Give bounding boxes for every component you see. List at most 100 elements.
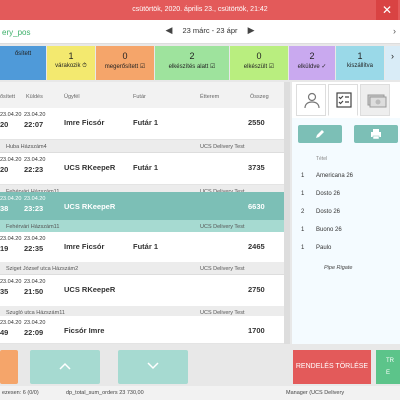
orange-action-button[interactable] <box>0 350 18 384</box>
created-date: 23.04.20 <box>0 279 22 285</box>
address-text: Sziget József utca Házszám2 <box>6 266 79 272</box>
customer-name: Ficsór Imre <box>64 326 105 335</box>
item-name: Buono 26 <box>316 227 342 233</box>
address-text: Fehérvári Házszám11 <box>6 224 60 230</box>
scroll-up-button[interactable] <box>30 350 100 384</box>
status-label: várakozik ⏱ <box>55 63 87 69</box>
green-action-button[interactable]: TR E <box>376 350 400 384</box>
print-button[interactable] <box>354 125 398 143</box>
sub-bar: ery_pos ◀ 23 márc - 23 ápr ▶ › <box>0 20 400 44</box>
list-item[interactable]: 1 Dosto 26 <box>292 186 400 204</box>
list-item[interactable]: 1 Paulo <box>292 240 400 258</box>
customer-name: UCS RKeepeR <box>64 285 116 294</box>
tab-order-items[interactable] <box>328 84 358 116</box>
customer-name: Imre Ficsór <box>64 242 105 251</box>
item-name: Paulo <box>316 245 332 251</box>
item-modifier: Pipe Rigate <box>324 265 353 271</box>
app-name: ery_pos <box>2 28 31 37</box>
customer-name: Imre Ficsór <box>64 118 105 127</box>
address-row[interactable]: Huba Házszám4 UCS Delivery Test <box>0 140 290 153</box>
chevron-up-icon <box>59 362 71 370</box>
order-amount: 2750 <box>248 285 265 294</box>
orders-table: ősített Küldés Ügyfél Futár Étterem Össz… <box>0 82 290 344</box>
send-date: 23.04.20 <box>24 112 46 118</box>
green-button-label: TR <box>386 358 394 364</box>
close-button[interactable]: ✕ <box>376 0 398 20</box>
chevron-right-icon: › <box>391 51 394 61</box>
item-qty: 1 <box>301 191 305 197</box>
pencil-icon <box>316 130 324 138</box>
col-header: Étterem <box>200 94 220 100</box>
order-amount: 2465 <box>248 242 265 251</box>
courier-name: Futár 1 <box>133 163 159 172</box>
created-time: 38 <box>0 204 9 213</box>
status-more-button[interactable]: › <box>385 46 400 80</box>
created-time: 19 <box>0 244 9 253</box>
status-tile-preparing[interactable]: 2 elkészítés alatt ☑ <box>155 46 229 80</box>
status-count: 1 <box>357 51 363 61</box>
table-header: ősített Küldés Ügyfél Futár Étterem Össz… <box>0 82 290 108</box>
delete-order-button[interactable]: RENDELÉS TÖRLÉSE <box>293 350 371 384</box>
green-button-label-2: E <box>386 370 391 376</box>
next-arrow-icon[interactable]: ▶ <box>240 25 263 36</box>
status-count: 1 <box>68 51 74 61</box>
status-tile-sent[interactable]: 2 elküldve ✓ <box>289 46 335 80</box>
tab-customer[interactable] <box>296 84 326 116</box>
status-tile-delivered[interactable]: 1 kiszállítva <box>336 46 384 80</box>
send-time: 21:50 <box>24 287 44 296</box>
status-tile-ready[interactable]: 0 elkészült ☑ <box>230 46 288 80</box>
item-qty: 1 <box>301 173 305 179</box>
send-date: 23.04.20 <box>24 157 46 163</box>
status-label: kiszállítva <box>346 63 373 69</box>
chevron-right-icon[interactable]: › <box>393 26 396 36</box>
customer-name: UCS RKeepeR <box>64 202 116 211</box>
send-time: 22:07 <box>24 120 44 129</box>
list-item[interactable]: 1 Americana 26 <box>292 168 400 186</box>
table-row[interactable]: 23.04.20 20 23.04.20 22:23 UCS RKeepeR F… <box>0 153 290 185</box>
address-row[interactable]: Sziget József utca Házszám2 UCS Delivery… <box>0 262 290 275</box>
created-date: 23.04.20 <box>0 112 22 118</box>
status-label: megerősített ☑ <box>104 64 146 70</box>
list-item[interactable]: 2 Dosto 26 <box>292 204 400 222</box>
status-count: 0 <box>256 51 262 61</box>
col-header: Küldés <box>26 94 43 100</box>
datetime-label: csütörtök, 2020. április 23., csütörtök,… <box>132 6 268 13</box>
table-scrollbar[interactable] <box>284 82 290 344</box>
top-bar: csütörtök, 2020. április 23., csütörtök,… <box>0 0 400 20</box>
created-date: 23.04.20 <box>0 196 22 202</box>
status-filter-bar: ősített 1 várakozik ⏱ 0 megerősített ☑ 2… <box>0 46 400 80</box>
table-row[interactable]: 23.04.20 49 23.04.20 22:09 Ficsór Imre 1… <box>0 316 290 344</box>
created-time: 49 <box>0 328 9 337</box>
prev-arrow-icon[interactable]: ◀ <box>157 25 180 36</box>
item-qty: 1 <box>301 245 305 251</box>
table-row[interactable]: 23.04.20 35 23.04.20 21:50 UCS RKeepeR 2… <box>0 275 290 307</box>
scroll-down-button[interactable] <box>118 350 188 384</box>
col-header: Futár <box>133 94 146 100</box>
send-date: 23.04.20 <box>24 279 46 285</box>
item-name: Americana 26 <box>316 173 354 179</box>
status-label: elkészítés alatt ☑ <box>168 64 216 70</box>
tab-payment[interactable] <box>360 84 390 116</box>
created-date: 23.04.20 <box>0 157 22 163</box>
customer-name: UCS RKeepeR <box>64 163 116 172</box>
date-range: ◀ 23 márc - 23 ápr ▶ <box>150 25 270 36</box>
checklist-icon <box>336 92 352 108</box>
col-header: Összeg <box>250 94 269 100</box>
edit-button[interactable] <box>298 125 342 143</box>
list-item[interactable]: 1 Buono 26 <box>292 222 400 240</box>
send-time: 22:23 <box>24 165 44 174</box>
table-row[interactable]: 23.04.20 20 23.04.20 22:07 Imre Ficsór F… <box>0 108 290 140</box>
restaurant-name: UCS Delivery Test <box>200 144 245 150</box>
status-tile-approved[interactable]: 0 megerősített ☑ <box>96 46 154 80</box>
courier-name: Futár 1 <box>133 118 159 127</box>
col-header: Ügyfél <box>64 94 80 100</box>
status-tile-confirmed[interactable]: ősített <box>0 46 46 80</box>
restaurant-name: UCS Delivery Test <box>200 224 245 230</box>
detail-tabs <box>292 82 400 118</box>
footer-user: Manager (UCS Delivery <box>286 390 345 396</box>
address-text: Huba Házszám4 <box>6 144 47 150</box>
status-tile-waiting[interactable]: 1 várakozik ⏱ <box>47 46 95 80</box>
table-row[interactable]: 23.04.20 19 23.04.20 22:35 Imre Ficsór F… <box>0 232 290 264</box>
status-label: ősített <box>14 51 32 57</box>
status-label: elkészült ☑ <box>243 64 275 70</box>
